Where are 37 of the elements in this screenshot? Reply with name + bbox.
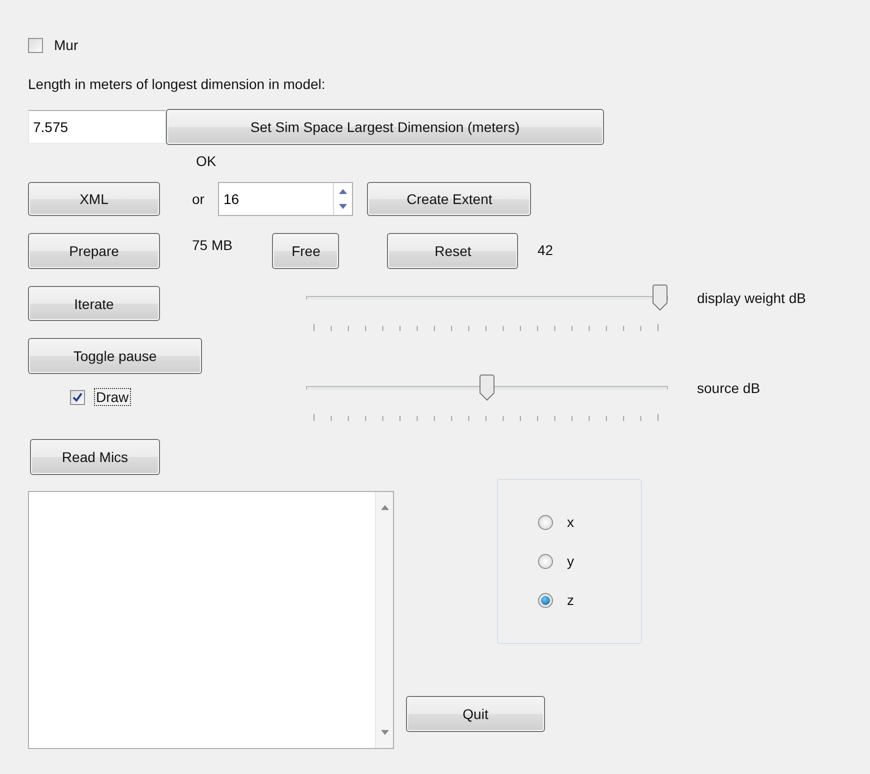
reset-button[interactable]: Reset [387,233,518,269]
scrollbar[interactable] [375,492,393,748]
status-text: OK [196,153,216,169]
field-label: Length in meters of longest dimension in model: [28,76,326,92]
slider[interactable] [306,374,668,424]
iterate-button[interactable]: Iterate [28,286,160,321]
slider-label: display weight dB [697,290,806,306]
set-dimension-button[interactable]: Set Sim Space Largest Dimension (meters) [166,109,604,145]
or-label: or [192,191,204,207]
slider[interactable] [306,284,668,334]
checkbox[interactable] [70,390,85,404]
scroll-up-icon[interactable] [380,504,390,510]
radio-button[interactable] [538,514,553,530]
radio-label: z [567,592,574,608]
checkbox[interactable] [28,38,43,52]
read-mics-button[interactable]: Read Mics [30,439,160,475]
memory-text: 75 MB [192,237,232,253]
quit-button[interactable]: Quit [406,696,545,732]
number-field[interactable]: 16 [218,182,354,216]
radio-button[interactable] [538,592,553,608]
scroll-down-icon[interactable] [380,730,390,736]
checkbox-label: Draw [95,389,130,405]
check-icon [72,392,83,402]
xml-button[interactable]: XML [28,182,160,216]
counter-text: 42 [537,242,554,258]
length-field[interactable]: 7.575 [28,110,166,144]
toggle-pause-button[interactable]: Toggle pause [28,338,202,374]
radio-button[interactable] [538,554,553,568]
create-extent-button[interactable]: Create Extent [367,182,532,216]
slider-label: source dB [697,380,760,396]
checkbox-label: Mur [53,37,80,53]
slider-thumb[interactable] [479,374,495,401]
prepare-button[interactable]: Prepare [28,233,160,269]
slider-thumb[interactable] [652,284,668,311]
free-button[interactable]: Free [272,233,340,269]
radio-label: y [567,553,574,569]
radio-label: x [567,514,574,530]
